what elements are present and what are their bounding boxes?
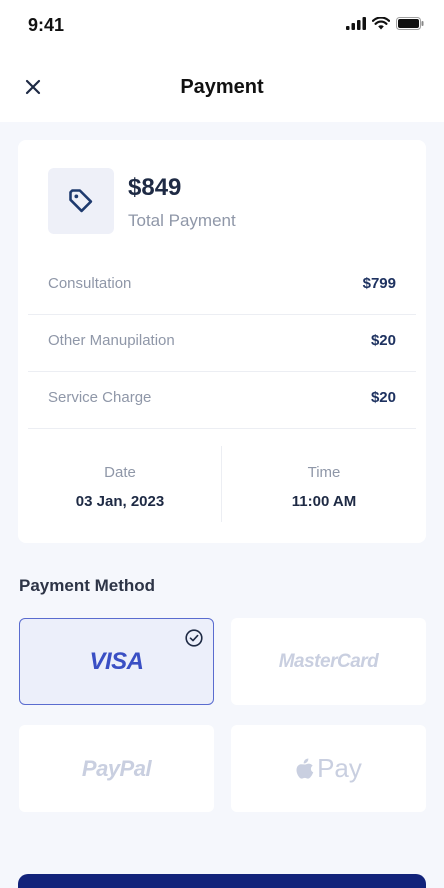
mastercard-logo: MasterCard	[278, 650, 379, 672]
payment-option-paypal[interactable]: PayPal	[19, 725, 214, 812]
price-tag-icon	[69, 189, 93, 213]
payment-option-mastercard[interactable]: MasterCard	[231, 618, 426, 705]
paypal-logo: PayPal	[81, 755, 152, 781]
total-amount: $849	[128, 174, 182, 201]
fee-name: Service Charge	[48, 389, 152, 406]
visa-logo: VISA	[89, 647, 144, 675]
content-area: $849 Total Payment Consultation $799 Oth…	[0, 122, 444, 888]
fee-name: Consultation	[48, 275, 132, 292]
fee-row-other-manupilation: Other Manupilation $20	[28, 315, 416, 372]
header: Payment	[0, 52, 444, 122]
status-bar: 9:41	[0, 0, 444, 52]
cellular-signal-icon	[346, 17, 366, 30]
fee-value: $20	[370, 332, 396, 349]
status-time: 9:41	[28, 15, 65, 35]
payment-option-visa[interactable]: VISA	[19, 618, 214, 705]
apple-icon	[296, 758, 314, 779]
date-value: 03 Jan, 2023	[75, 493, 165, 510]
fee-row-consultation: Consultation $799	[28, 258, 416, 315]
fee-value: $20	[370, 389, 396, 406]
price-tag-badge	[48, 168, 114, 234]
time-label: Time	[307, 464, 341, 481]
total-label: Total Payment	[128, 211, 236, 230]
date-block: Date 03 Jan, 2023	[18, 446, 222, 522]
status-icons	[346, 17, 424, 30]
time-block: Time 11:00 AM	[222, 446, 426, 522]
fee-value: $799	[362, 275, 396, 292]
payment-method-title: Payment Method	[19, 576, 156, 595]
date-label: Date	[104, 464, 136, 481]
wifi-icon	[372, 17, 390, 30]
time-value: 11:00 AM	[291, 493, 357, 510]
battery-icon	[396, 17, 424, 30]
fee-name: Other Manupilation	[48, 332, 175, 349]
page-title: Payment	[180, 76, 264, 98]
payment-screen: 9:41 Payment $849 Total Payment Consulta…	[0, 0, 444, 888]
check-circle-icon	[185, 629, 203, 647]
payment-option-apple-pay[interactable]: Pay	[231, 725, 426, 812]
payment-summary-card: $849 Total Payment Consultation $799 Oth…	[18, 140, 426, 543]
pay-now-button[interactable]	[18, 874, 426, 888]
apple-pay-label: Pay	[317, 753, 362, 783]
fee-row-service-charge: Service Charge $20	[28, 372, 416, 429]
